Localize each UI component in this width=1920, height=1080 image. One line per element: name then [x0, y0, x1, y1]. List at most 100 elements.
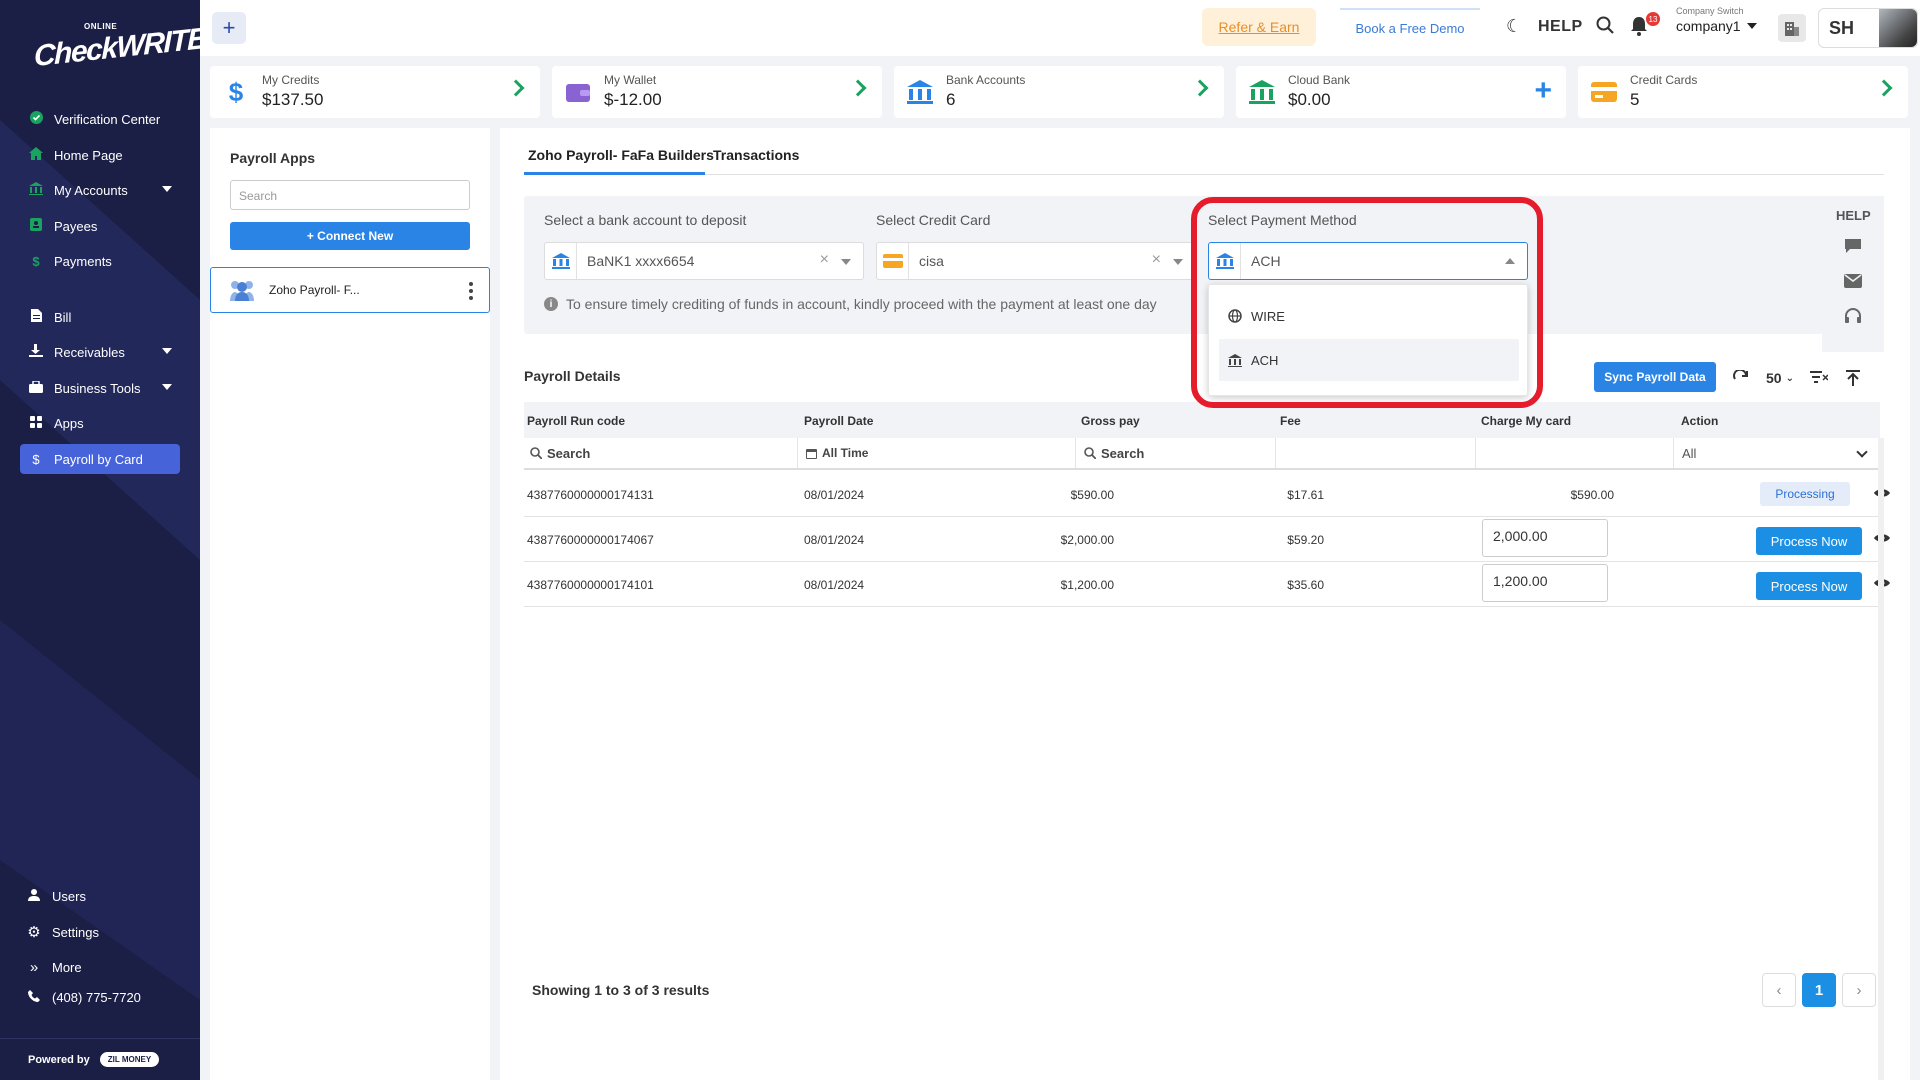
chevron-down-icon[interactable]	[841, 259, 851, 265]
credit-card-icon	[877, 243, 909, 279]
clear-icon[interactable]: ×	[1152, 251, 1161, 269]
column-header[interactable]: Payroll Run code	[527, 414, 625, 428]
sidebar-item-verification-center[interactable]: Verification Center	[20, 104, 180, 134]
chevron-right-icon	[1875, 79, 1893, 97]
sidebar-item-phone[interactable]: (408) 775-7720	[18, 982, 178, 1012]
payroll-app-name: Zoho Payroll- F...	[269, 283, 360, 297]
charge-input[interactable]: 2,000.00	[1482, 519, 1608, 557]
table-scrollbar[interactable]	[1878, 438, 1884, 1080]
sidebar-item-payments[interactable]: $ Payments	[20, 246, 180, 276]
connect-new-button[interactable]: + Connect New	[230, 222, 470, 250]
sidebar-item-label: My Accounts	[54, 182, 128, 198]
mail-icon[interactable]	[1844, 274, 1862, 288]
headset-icon[interactable]	[1844, 308, 1862, 323]
charge-input[interactable]: 1,200.00	[1482, 564, 1608, 602]
table-row: 4387760000000174101 08/01/2024 $1,200.00…	[524, 562, 1890, 607]
cell-gross: $1,200.00	[1060, 578, 1114, 592]
cell-fee: $59.20	[1287, 533, 1324, 547]
building-icon[interactable]	[1778, 14, 1806, 42]
page-1-button[interactable]: 1	[1802, 973, 1836, 1007]
user-menu[interactable]: SH	[1818, 8, 1918, 48]
tab-transactions[interactable]: Transactions	[713, 140, 799, 170]
notification-badge: 13	[1646, 12, 1660, 26]
card-title: Bank Accounts	[946, 73, 1026, 87]
company-switch-value: company1	[1674, 18, 1766, 34]
sidebar-item-payroll-by-card[interactable]: $ Payroll by Card	[20, 444, 180, 474]
action-filter[interactable]: All	[1676, 438, 1880, 468]
refer-earn-button[interactable]: Refer & Earn	[1202, 8, 1316, 46]
sidebar-item-label: Bill	[54, 309, 72, 325]
more-vertical-icon[interactable]	[469, 282, 473, 300]
column-header[interactable]: Payroll Date	[804, 414, 873, 428]
process-now-button[interactable]: Process Now	[1756, 527, 1862, 555]
zil-money-logo[interactable]: ZIL MONEY	[99, 1052, 160, 1067]
card-my-credits[interactable]: $ My Credits $137.50	[210, 66, 540, 118]
table-filter-row: Search All Time Search All	[524, 438, 1880, 470]
credit-card-icon	[1590, 78, 1618, 106]
column-header[interactable]: Fee	[1280, 414, 1301, 428]
chevron-down-icon	[162, 384, 172, 390]
cell-code: 4387760000000174101	[527, 578, 654, 592]
prev-page-button[interactable]: ‹	[1762, 973, 1796, 1007]
bank-account-value: BaNK1 xxxx6654	[587, 253, 695, 269]
sidebar-item-settings[interactable]: ⚙ Settings	[18, 917, 178, 947]
book-demo-link[interactable]: Book a Free Demo	[1340, 8, 1480, 46]
gross-search-filter[interactable]: Search	[1078, 438, 1276, 468]
sidebar-item-business-tools[interactable]: Business Tools	[20, 373, 180, 403]
credit-card-select[interactable]: cisa ×	[876, 242, 1196, 280]
calendar-icon	[806, 448, 817, 459]
sidebar-item-label: Settings	[52, 924, 99, 940]
card-cloud-bank[interactable]: Cloud Bank $0.00 +	[1236, 66, 1566, 118]
help-link[interactable]: HELP	[1538, 18, 1583, 36]
sidebar-item-home-page[interactable]: Home Page	[20, 140, 180, 170]
avatar	[1879, 9, 1917, 47]
info-icon: i	[544, 297, 558, 311]
contact-book-icon	[28, 218, 44, 234]
clear-icon[interactable]: ×	[820, 251, 829, 269]
bank-account-select[interactable]: BaNK1 xxxx6654 ×	[544, 242, 864, 280]
column-header[interactable]: Action	[1681, 414, 1718, 428]
tab-divider	[524, 174, 1884, 175]
sidebar-item-users[interactable]: Users	[18, 881, 178, 911]
sidebar-item-label: Payees	[54, 218, 98, 234]
page-size-select[interactable]: 50 ⌄	[1760, 364, 1800, 392]
dark-mode-icon[interactable]: ☾	[1506, 16, 1522, 37]
sidebar-item-my-accounts[interactable]: My Accounts	[20, 175, 180, 205]
date-filter-text: All Time	[822, 446, 869, 460]
chevron-down-icon[interactable]	[1173, 259, 1183, 265]
sidebar-item-more[interactable]: » More	[18, 952, 178, 982]
card-title: Credit Cards	[1630, 73, 1698, 87]
apps-search-input[interactable]: Search	[230, 180, 470, 210]
search-icon[interactable]	[1596, 16, 1616, 36]
card-bank-accounts[interactable]: Bank Accounts 6	[894, 66, 1224, 118]
sidebar-item-payees[interactable]: Payees	[20, 211, 180, 241]
code-filter-text: Search	[547, 445, 591, 461]
process-now-button[interactable]: Process Now	[1756, 572, 1862, 600]
payroll-app-item[interactable]: Zoho Payroll- F...	[210, 267, 490, 313]
column-header[interactable]: Charge My card	[1481, 414, 1571, 428]
sidebar-item-apps[interactable]: Apps	[20, 408, 180, 438]
sync-payroll-button[interactable]: Sync Payroll Data	[1594, 362, 1716, 392]
bank-icon	[28, 182, 44, 198]
code-search-filter[interactable]: Search	[524, 438, 798, 468]
filter-icon[interactable]	[1806, 364, 1832, 392]
next-page-button[interactable]: ›	[1842, 973, 1876, 1007]
card-credit-cards[interactable]: Credit Cards 5	[1578, 66, 1908, 118]
quick-add-button[interactable]: +	[212, 12, 246, 44]
chevron-down-icon: ⌄	[1785, 372, 1794, 384]
dollar-icon: $	[32, 253, 40, 269]
checkwriter-logo[interactable]: ONLINE CheckWRITER	[34, 20, 200, 82]
date-filter[interactable]: All Time	[800, 438, 1076, 468]
company-switch[interactable]: Company Switch company1	[1674, 6, 1766, 46]
phone-icon	[26, 989, 42, 1005]
chat-icon[interactable]	[1844, 238, 1862, 253]
sidebar-item-bill[interactable]: Bill	[20, 302, 180, 332]
search-icon	[1084, 447, 1096, 459]
card-my-wallet[interactable]: My Wallet $-12.00	[552, 66, 882, 118]
add-icon[interactable]: +	[1534, 74, 1552, 108]
sidebar-item-receivables[interactable]: Receivables	[20, 337, 180, 367]
scroll-top-icon[interactable]	[1840, 364, 1866, 392]
tab-zoho-payroll[interactable]: Zoho Payroll- FaFa Builders	[528, 140, 714, 170]
refresh-icon[interactable]	[1728, 364, 1754, 392]
column-header[interactable]: Gross pay	[1081, 414, 1140, 428]
